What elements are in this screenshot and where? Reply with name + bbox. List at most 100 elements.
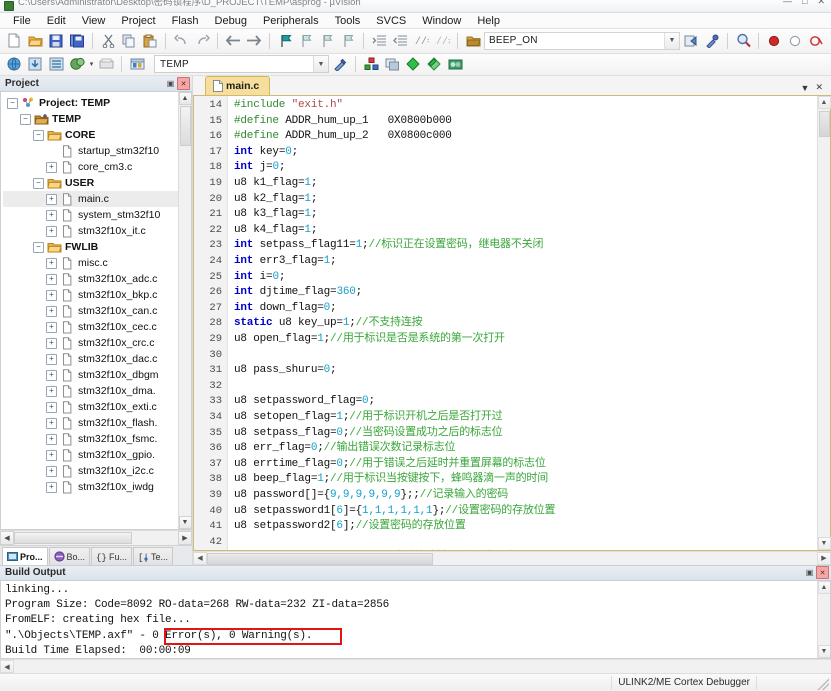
- manage-multi-icon[interactable]: [382, 54, 402, 74]
- scroll-left-icon[interactable]: ◀: [193, 551, 207, 565]
- scroll-track[interactable]: [14, 660, 831, 673]
- tree-node[interactable]: − CORE: [3, 127, 178, 143]
- menu-project[interactable]: Project: [113, 14, 163, 28]
- editor-tab-main-c[interactable]: main.c: [205, 76, 271, 96]
- expand-toggle-icon[interactable]: +: [46, 433, 57, 445]
- expand-toggle-icon[interactable]: +: [46, 209, 57, 221]
- svcs-icon[interactable]: [445, 54, 465, 74]
- collapse-toggle-icon[interactable]: −: [33, 241, 44, 253]
- code-line[interactable]: [234, 535, 817, 550]
- bookmark-toggle-icon[interactable]: [275, 31, 295, 51]
- tree-node[interactable]: + stm32f10x_crc.c: [3, 335, 178, 351]
- tree-node[interactable]: + main.c: [3, 191, 178, 208]
- expand-toggle-icon[interactable]: +: [46, 401, 57, 413]
- scroll-thumb[interactable]: [14, 532, 133, 544]
- tree-node[interactable]: startup_stm32f10: [3, 143, 178, 159]
- paste-icon[interactable]: [140, 31, 160, 51]
- project-tree[interactable]: − Project: TEMP − TEMP − CORE startup_stm32f10…: [1, 92, 178, 529]
- project-panel-tab[interactable]: {} Fu...: [91, 547, 133, 565]
- scroll-thumb[interactable]: [207, 552, 433, 565]
- scroll-up-icon[interactable]: ▲: [817, 580, 830, 594]
- code-line[interactable]: static u8 key_up=1;//不支持连按: [234, 316, 817, 332]
- expand-toggle-icon[interactable]: +: [46, 161, 57, 173]
- breakpoint-kill-all-icon[interactable]: [806, 31, 826, 51]
- scroll-left-icon[interactable]: ◀: [0, 531, 14, 545]
- scroll-track[interactable]: [14, 531, 178, 545]
- scroll-up-icon[interactable]: ▲: [817, 96, 831, 110]
- tree-node[interactable]: + stm32f10x_adc.c: [3, 271, 178, 287]
- tree-node[interactable]: + stm32f10x_iwdg: [3, 479, 178, 495]
- find-symbol-icon[interactable]: [463, 31, 483, 51]
- tree-node[interactable]: + stm32f10x_it.c: [3, 223, 178, 239]
- build-output-hscrollbar[interactable]: ◀: [0, 659, 831, 673]
- menu-help[interactable]: Help: [469, 14, 508, 28]
- expand-toggle-icon[interactable]: +: [46, 369, 57, 381]
- breakpoint-disable-all-icon[interactable]: [827, 31, 831, 51]
- code-line[interactable]: #define ADDR_hum_up_1 0X0800b000: [234, 114, 817, 130]
- code-line[interactable]: int err3_flag=1;: [234, 254, 817, 270]
- code-line[interactable]: int i=0;: [234, 270, 817, 286]
- tree-node[interactable]: − USER: [3, 175, 178, 191]
- tree-node[interactable]: + stm32f10x_cec.c: [3, 319, 178, 335]
- chevron-down-icon[interactable]: ▼: [664, 32, 679, 49]
- redo-icon[interactable]: [192, 31, 212, 51]
- save-all-icon[interactable]: [67, 31, 87, 51]
- menu-file[interactable]: File: [5, 14, 39, 28]
- pin-icon[interactable]: ▣: [803, 566, 816, 579]
- build-icon[interactable]: [25, 54, 45, 74]
- tree-node[interactable]: + stm32f10x_bkp.c: [3, 287, 178, 303]
- tree-node[interactable]: + stm32f10x_exti.c: [3, 399, 178, 415]
- tree-node[interactable]: − TEMP: [3, 111, 178, 127]
- scroll-up-icon[interactable]: ▲: [178, 92, 191, 106]
- tree-node[interactable]: + stm32f10x_flash.: [3, 415, 178, 431]
- indent-icon[interactable]: [369, 31, 389, 51]
- collapse-toggle-icon[interactable]: −: [20, 113, 31, 125]
- collapse-toggle-icon[interactable]: −: [33, 129, 44, 141]
- code-line[interactable]: u8 errtime_flag=0;//用于错误之后延时并重置屏幕的标志位: [234, 457, 817, 473]
- code-line[interactable]: u8 setpass_flag=0;//当密码设置成功之后的标志位: [234, 426, 817, 442]
- tree-node[interactable]: + stm32f10x_gpio.: [3, 447, 178, 463]
- tree-node[interactable]: + stm32f10x_fsmc.: [3, 431, 178, 447]
- scroll-down-icon[interactable]: ▼: [817, 536, 831, 550]
- code-lines[interactable]: #include "exit.h" #define ADDR_hum_up_1 0…: [228, 96, 817, 550]
- close-icon[interactable]: ✕: [815, 82, 823, 93]
- expand-toggle-icon[interactable]: +: [46, 289, 57, 301]
- stop-build-icon[interactable]: [96, 54, 116, 74]
- code-line[interactable]: int key=0;: [234, 145, 817, 161]
- expand-toggle-icon[interactable]: +: [46, 337, 57, 349]
- code-line[interactable]: u8 err_flag=0;//输出错误次数记录标志位: [234, 441, 817, 457]
- menu-window[interactable]: Window: [414, 14, 469, 28]
- expand-toggle-icon[interactable]: +: [46, 193, 57, 205]
- new-file-icon[interactable]: [4, 31, 24, 51]
- insert-bookmark-icon[interactable]: [681, 31, 701, 51]
- scroll-down-icon[interactable]: ▼: [178, 516, 191, 529]
- resize-grip[interactable]: [815, 675, 829, 690]
- pack-manage-icon[interactable]: [424, 54, 444, 74]
- menu-svcs[interactable]: SVCS: [368, 14, 414, 28]
- cut-icon[interactable]: [98, 31, 118, 51]
- close-icon[interactable]: ✕: [816, 566, 829, 580]
- tree-node[interactable]: + system_stm32f10: [3, 207, 178, 223]
- code-line[interactable]: u8 k4_flag=1;: [234, 223, 817, 239]
- project-panel-tab[interactable]: Pro...: [2, 547, 48, 565]
- tree-node[interactable]: − FWLIB: [3, 239, 178, 255]
- editor-hscrollbar[interactable]: ◀ ▶: [193, 550, 831, 565]
- batch-build-icon[interactable]: [67, 54, 87, 74]
- uncomment-icon[interactable]: //≠: [432, 31, 452, 51]
- code-line[interactable]: #define ADDR_hum_up_2 0X0800c000: [234, 129, 817, 145]
- expand-toggle-icon[interactable]: +: [46, 353, 57, 365]
- expand-toggle-icon[interactable]: +: [46, 305, 57, 317]
- code-line[interactable]: u8 pass_shuru=0;: [234, 363, 817, 379]
- expand-toggle-icon[interactable]: +: [46, 225, 57, 237]
- manage-components-icon[interactable]: [361, 54, 381, 74]
- code-line[interactable]: #include "exit.h": [234, 98, 817, 114]
- tree-node[interactable]: + stm32f10x_i2c.c: [3, 463, 178, 479]
- menu-view[interactable]: View: [74, 14, 114, 28]
- translate-icon[interactable]: [4, 54, 24, 74]
- project-panel-tabs[interactable]: Pro... Bo...{} Fu... [| Te...: [0, 545, 192, 565]
- outdent-icon[interactable]: [390, 31, 410, 51]
- tree-node[interactable]: + stm32f10x_dac.c: [3, 351, 178, 367]
- tree-node[interactable]: + stm32f10x_can.c: [3, 303, 178, 319]
- project-tree-vscrollbar[interactable]: ▲ ▼: [178, 92, 191, 529]
- build-output-lines[interactable]: linking... Program Size: Code=8092 RO-dat…: [1, 581, 817, 658]
